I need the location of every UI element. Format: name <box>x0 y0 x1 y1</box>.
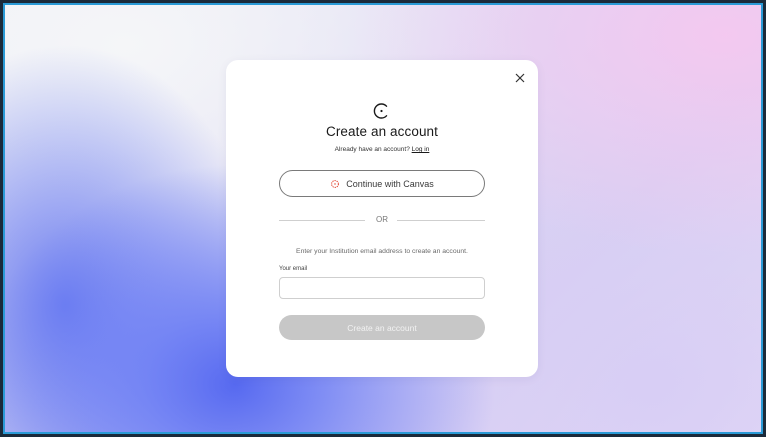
close-icon <box>515 73 525 83</box>
login-link[interactable]: Log in <box>412 146 430 153</box>
login-prompt-text: Already have an account? <box>334 146 410 153</box>
email-field[interactable] <box>279 277 485 299</box>
brand-logo-icon <box>372 102 390 120</box>
gradient-background: Create an account Already have an accoun… <box>3 3 763 434</box>
page-title: Create an account <box>325 124 439 139</box>
signup-modal: Create an account Already have an accoun… <box>226 60 538 377</box>
continue-with-canvas-button[interactable]: Continue with Canvas <box>279 170 485 197</box>
divider-text: OR <box>376 215 388 224</box>
continue-with-canvas-label: Continue with Canvas <box>346 178 434 189</box>
or-divider: OR <box>279 215 485 225</box>
close-button[interactable] <box>512 70 528 86</box>
create-account-button[interactable]: Create an account <box>279 315 485 340</box>
login-prompt: Already have an account? Log in <box>226 146 538 153</box>
divider-line-right <box>397 220 485 221</box>
email-instruction: Enter your Institution email address to … <box>296 248 468 255</box>
divider-line-left <box>279 220 365 221</box>
canvas-icon <box>330 179 340 189</box>
email-label: Your email <box>279 266 308 272</box>
